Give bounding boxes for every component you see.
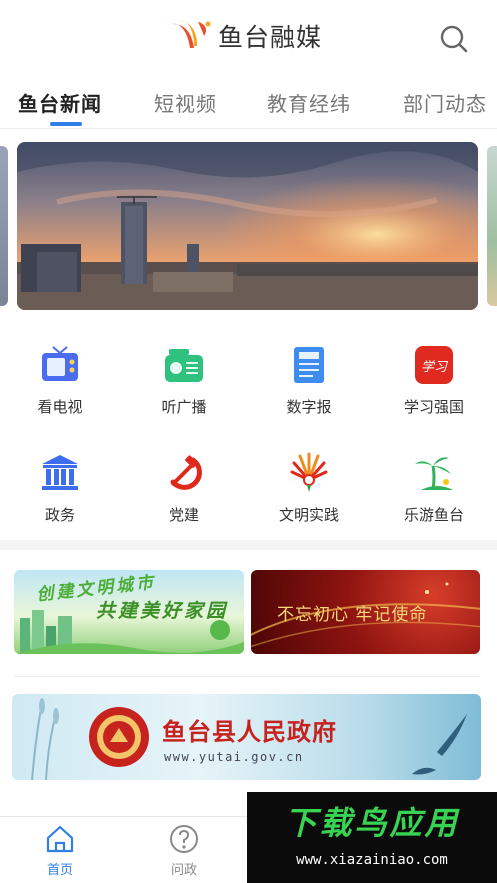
promo-original-mission[interactable]: 不忘初心 牢记使命 — [251, 570, 480, 654]
grid-label: 听广播 — [161, 398, 207, 416]
grid-item-party[interactable]: 党建 — [134, 452, 234, 542]
channel-tabs: 鱼台新闻 短视频 教育经纬 部门动态 — [0, 80, 497, 126]
nav-label: 问政 — [170, 863, 197, 878]
grid-label: 党建 — [168, 506, 199, 524]
grid-item-tourism[interactable]: 乐游鱼台 — [384, 452, 484, 542]
grid-item-xuexi[interactable]: 学习 学习强国 — [384, 344, 484, 434]
nav-label: 首页 — [46, 863, 73, 878]
government-building-icon — [42, 455, 78, 490]
promo-civilized-city[interactable]: 创建文明城市 共建美好家园 — [14, 570, 244, 654]
grid-label: 政务 — [44, 506, 75, 524]
tab-yutai-news[interactable]: 鱼台新闻 — [18, 88, 102, 117]
nav-inquiry[interactable]: 问政 — [144, 823, 224, 878]
watermark-overlay: 下载鸟应用 www.xiazainiao.com — [247, 792, 497, 883]
app-header: 鱼台融媒 — [0, 0, 497, 76]
tab-short-video[interactable]: 短视频 — [154, 88, 217, 117]
watermark-title: 下载鸟应用 — [284, 804, 460, 842]
active-tab-indicator — [50, 122, 82, 126]
promo-slogan-line2: 共建美好家园 — [96, 600, 229, 622]
watermark-url: www.xiazainiao.com — [296, 852, 448, 868]
home-icon — [46, 825, 74, 853]
carousel-prev-slide[interactable] — [0, 146, 8, 306]
tab-education[interactable]: 教育经纬 — [267, 88, 351, 117]
grid-label: 学习强国 — [403, 398, 464, 416]
grid-label: 文明实践 — [278, 506, 339, 524]
promo-slogan: 不忘初心 牢记使命 — [277, 605, 428, 625]
gov-banner-url: www.yutai.gov.cn — [164, 750, 304, 764]
grid-label: 看电视 — [37, 398, 83, 416]
section-separator — [0, 540, 497, 550]
svg-text:学习: 学习 — [421, 359, 449, 375]
app-name: 鱼台融媒 — [218, 23, 323, 52]
carousel-banner-image[interactable] — [17, 142, 478, 310]
civilization-fan-icon — [290, 452, 328, 492]
nav-home[interactable]: 首页 — [20, 823, 100, 878]
divider — [14, 676, 480, 677]
grid-label: 数字报 — [286, 398, 332, 416]
xuexi-icon: 学习 — [415, 346, 453, 384]
tv-icon — [42, 346, 78, 381]
county-emblem-icon — [89, 707, 149, 767]
brand: 鱼台融媒 — [170, 18, 322, 54]
hammer-sickle-icon — [170, 455, 202, 490]
radio-icon — [165, 349, 203, 382]
gov-banner-title: 鱼台县人民政府 — [162, 718, 337, 746]
newspaper-icon — [294, 347, 324, 383]
palm-tree-icon — [415, 457, 453, 491]
gov-website-banner[interactable]: 鱼台县人民政府 www.yutai.gov.cn — [12, 694, 481, 780]
grid-item-radio[interactable]: 听广播 — [134, 344, 234, 434]
grid-item-civilization[interactable]: 文明实践 — [259, 452, 359, 542]
question-icon — [170, 825, 198, 853]
grid-item-tv[interactable]: 看电视 — [10, 344, 110, 434]
carousel-next-slide[interactable] — [487, 146, 497, 306]
divider — [0, 128, 497, 129]
grid-label: 乐游鱼台 — [403, 506, 464, 524]
yutai-logo-icon — [172, 20, 211, 48]
city-sunset-photo — [17, 142, 478, 310]
search-icon[interactable] — [437, 22, 471, 56]
grid-item-digital-paper[interactable]: 数字报 — [259, 344, 359, 434]
tab-department-news[interactable]: 部门动态 — [403, 88, 487, 117]
grid-item-government[interactable]: 政务 — [10, 452, 110, 542]
